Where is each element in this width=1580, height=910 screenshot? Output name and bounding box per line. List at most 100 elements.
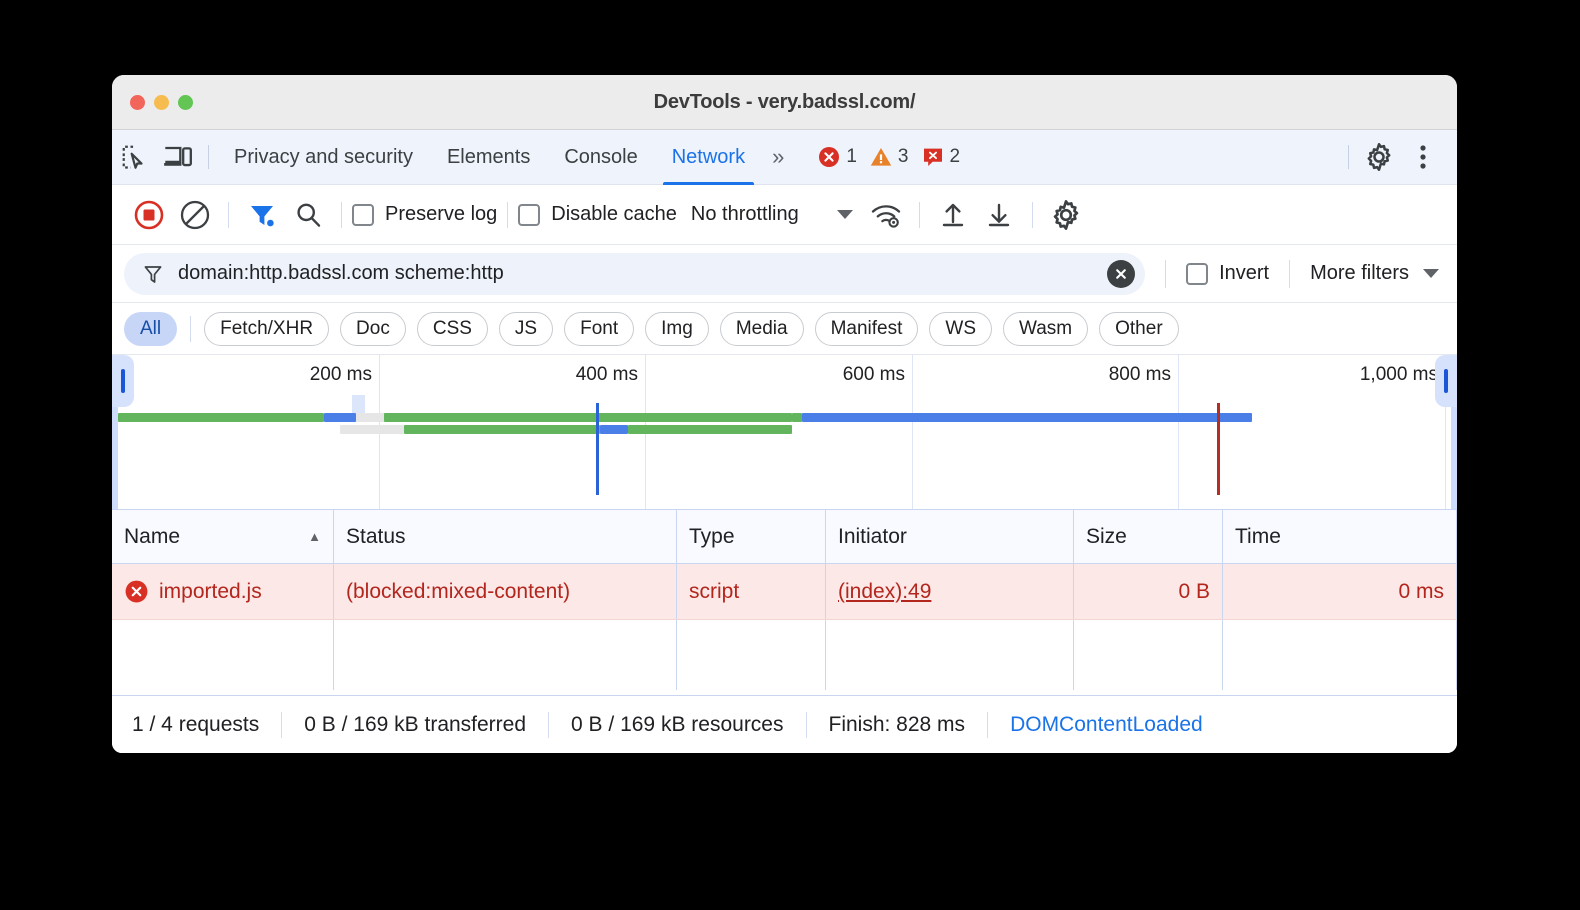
overview-bar-green-2a xyxy=(404,425,600,434)
invert-label: Invert xyxy=(1219,262,1269,285)
kebab-menu-icon[interactable] xyxy=(1401,143,1445,171)
violation-count-badge[interactable]: 2 xyxy=(917,145,965,169)
error-count-label: 1 xyxy=(846,146,857,168)
filter-funnel-icon xyxy=(142,263,164,285)
invert-box xyxy=(1186,263,1208,285)
filterbar-divider-2 xyxy=(1289,260,1290,288)
sort-ascending-icon: ▲ xyxy=(308,529,321,544)
search-icon[interactable] xyxy=(285,192,331,238)
error-circle-icon xyxy=(817,145,841,169)
filter-input-value: domain:http.badssl.com scheme:http xyxy=(178,262,504,285)
table-row[interactable]: imported.js (blocked:mixed-content) scri… xyxy=(112,564,1457,620)
record-stop-icon[interactable] xyxy=(126,192,172,238)
type-filter-wasm[interactable]: Wasm xyxy=(1003,312,1088,346)
requests-table-header: Name ▲ Status Type Initiator Size Time xyxy=(112,510,1457,564)
tab-console[interactable]: Console xyxy=(547,130,654,185)
throttling-dropdown[interactable]: No throttling xyxy=(691,203,853,226)
type-filter-css[interactable]: CSS xyxy=(417,312,488,346)
filter-icon[interactable] xyxy=(239,192,285,238)
disable-cache-label: Disable cache xyxy=(551,203,677,226)
toolbar-divider-5 xyxy=(1032,202,1033,228)
cell-type: script xyxy=(677,564,826,619)
violation-count-label: 2 xyxy=(950,146,961,168)
overview-bar-blue-1 xyxy=(324,413,356,422)
disable-cache-box xyxy=(518,204,540,226)
wifi-settings-icon[interactable] xyxy=(863,192,909,238)
toolbar-divider-1 xyxy=(228,202,229,228)
column-header-status[interactable]: Status xyxy=(334,510,677,563)
column-header-name[interactable]: Name ▲ xyxy=(112,510,334,563)
tab-privacy-and-security[interactable]: Privacy and security xyxy=(217,130,430,185)
invert-checkbox[interactable]: Invert xyxy=(1186,262,1269,285)
export-har-icon[interactable] xyxy=(976,192,1022,238)
cell-initiator[interactable]: (index):49 xyxy=(826,564,1074,619)
network-status-bar: 1 / 4 requests 0 B / 169 kB transferred … xyxy=(112,695,1457,753)
status-finish: Finish: 828 ms xyxy=(807,713,988,737)
overview-bar-green-2b xyxy=(628,425,792,434)
type-filter-ws[interactable]: WS xyxy=(929,312,992,346)
cell-time: 0 ms xyxy=(1223,564,1457,619)
chevron-down-icon xyxy=(837,210,853,219)
warning-count-label: 3 xyxy=(898,146,909,168)
warning-triangle-icon xyxy=(869,145,893,169)
column-header-type[interactable]: Type xyxy=(677,510,826,563)
network-toolbar: Preserve log Disable cache No throttling xyxy=(112,185,1457,245)
overview-right-grabber[interactable] xyxy=(1435,355,1457,407)
more-filters-dropdown[interactable]: More filters xyxy=(1310,262,1445,285)
network-settings-gear-icon[interactable] xyxy=(1043,192,1089,238)
empty-cell-size xyxy=(1074,620,1223,690)
filterbar-divider-1 xyxy=(1165,260,1166,288)
error-circle-icon xyxy=(124,579,149,604)
type-filter-js[interactable]: JS xyxy=(499,312,553,346)
devtools-window: DevTools - very.badssl.com/ Privacy and … xyxy=(112,75,1457,753)
tab-elements[interactable]: Elements xyxy=(430,130,547,185)
type-filter-divider xyxy=(190,316,191,342)
type-filter-manifest[interactable]: Manifest xyxy=(815,312,919,346)
filter-input[interactable]: domain:http.badssl.com scheme:http xyxy=(124,253,1145,295)
type-filter-fetch-xhr[interactable]: Fetch/XHR xyxy=(204,312,329,346)
initiator-link[interactable]: (index):49 xyxy=(838,580,931,604)
preserve-log-checkbox[interactable]: Preserve log xyxy=(352,203,497,226)
type-filter-media[interactable]: Media xyxy=(720,312,804,346)
status-dom-content-loaded[interactable]: DOMContentLoaded xyxy=(988,713,1225,737)
column-header-time[interactable]: Time xyxy=(1223,510,1457,563)
inspect-element-icon[interactable] xyxy=(112,143,156,171)
column-header-initiator[interactable]: Initiator xyxy=(826,510,1074,563)
disable-cache-checkbox[interactable]: Disable cache xyxy=(518,203,677,226)
grabber-handle-bar xyxy=(1444,369,1448,393)
cell-name[interactable]: imported.js xyxy=(112,564,334,619)
overview-left-grabber[interactable] xyxy=(112,355,134,407)
column-header-name-label: Name xyxy=(124,525,180,549)
type-filter-font[interactable]: Font xyxy=(564,312,634,346)
device-toolbar-icon[interactable] xyxy=(156,143,200,171)
more-filters-label: More filters xyxy=(1310,262,1409,285)
type-filter-img[interactable]: Img xyxy=(645,312,709,346)
overview-bar-blue-2 xyxy=(802,413,1252,422)
import-har-icon[interactable] xyxy=(930,192,976,238)
column-header-size[interactable]: Size xyxy=(1074,510,1223,563)
toolbar-divider-2 xyxy=(341,202,342,228)
status-transferred: 0 B / 169 kB transferred xyxy=(282,713,548,737)
more-tabs-chevron-icon[interactable]: » xyxy=(762,144,791,170)
type-filter-doc[interactable]: Doc xyxy=(340,312,406,346)
status-resources: 0 B / 169 kB resources xyxy=(549,713,805,737)
table-empty-area xyxy=(112,620,1457,690)
gear-icon[interactable] xyxy=(1357,142,1401,172)
tabbar-right-divider xyxy=(1348,145,1349,169)
error-count-badge[interactable]: 1 xyxy=(813,145,861,169)
close-icon xyxy=(1112,265,1130,283)
tab-network[interactable]: Network xyxy=(655,130,762,185)
overview-bar-green-1a xyxy=(118,413,324,422)
clear-filter-button[interactable] xyxy=(1107,260,1135,288)
resource-type-filters: All Fetch/XHR Doc CSS JS Font Img Media Manifest… xyxy=(112,303,1457,355)
type-filter-all[interactable]: All xyxy=(124,312,177,346)
network-overview-timeline[interactable]: 200 ms 400 ms 600 ms 800 ms 1,000 ms xyxy=(112,355,1457,510)
empty-cell-name xyxy=(112,620,334,690)
warning-count-badge[interactable]: 3 xyxy=(865,145,913,169)
empty-cell-type xyxy=(677,620,826,690)
preserve-log-label: Preserve log xyxy=(385,203,497,226)
clear-network-log-icon[interactable] xyxy=(172,192,218,238)
overview-bar-green-1b xyxy=(384,413,792,422)
type-filter-other[interactable]: Other xyxy=(1099,312,1179,346)
grabber-handle-bar xyxy=(121,369,125,393)
